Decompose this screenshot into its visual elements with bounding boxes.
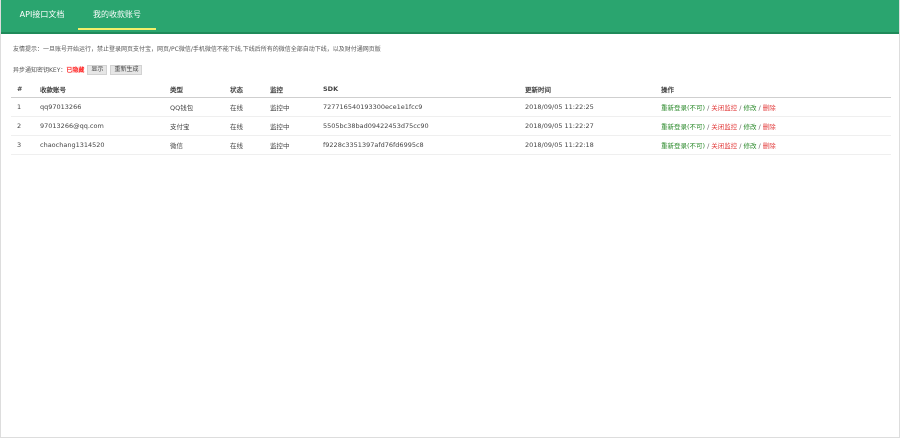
row-index: 1 [11, 97, 34, 117]
row-status: 在线 [224, 135, 264, 155]
delete-link[interactable]: 删除 [763, 123, 776, 131]
row-monitor: 监控中 [264, 135, 317, 155]
row-type: 微信 [164, 135, 224, 155]
notice-text: 友情提示：一旦账号开始运行，禁止登录网页支付宝，网页/PC微信/手机微信不能下线… [13, 46, 381, 53]
close-monitor-link[interactable]: 关闭监控 [711, 142, 737, 150]
row-actions: 重新登录(不可) / 关闭监控 / 修改 / 删除 [655, 135, 891, 155]
row-account: 97013266@qq.com [34, 116, 164, 136]
table-header-row: # 收款账号 类型 状态 监控 SDK 更新时间 操作 [11, 80, 891, 98]
relogin-link[interactable]: 重新登录(不可) [661, 142, 705, 150]
edit-link[interactable]: 修改 [743, 104, 756, 112]
row-sdk: 727716540193300ece1e1fcc9 [317, 97, 519, 117]
row-status: 在线 [224, 97, 264, 117]
row-index: 3 [11, 135, 34, 155]
separator: / [707, 104, 710, 112]
row-sdk: f9228c3351397afd76fd6995c8 [317, 135, 519, 155]
edit-link[interactable]: 修改 [743, 142, 756, 150]
edit-link[interactable]: 修改 [743, 123, 756, 131]
header-account: 收款账号 [34, 80, 164, 98]
row-updated: 2018/09/05 11:22:18 [519, 135, 655, 155]
header-monitor: 监控 [264, 80, 317, 98]
row-monitor: 监控中 [264, 97, 317, 117]
relogin-link[interactable]: 重新登录(不可) [661, 104, 705, 112]
row-account: qq97013266 [34, 97, 164, 117]
key-label: 异步通知密钥KEY： [13, 67, 67, 74]
separator: / [758, 104, 761, 112]
header-status: 状态 [224, 80, 264, 98]
row-updated: 2018/09/05 11:22:27 [519, 116, 655, 136]
row-type: 支付宝 [164, 116, 224, 136]
delete-link[interactable]: 删除 [763, 104, 776, 112]
separator: / [739, 142, 742, 150]
top-nav-bar: API接口文档 我的收款账号 [1, 0, 899, 34]
row-status: 在线 [224, 116, 264, 136]
row-type: QQ钱包 [164, 97, 224, 117]
key-row: 异步通知密钥KEY： 已隐藏 显示 重新生成 [13, 64, 145, 75]
row-updated: 2018/09/05 11:22:25 [519, 97, 655, 117]
row-actions: 重新登录(不可) / 关闭监控 / 修改 / 删除 [655, 97, 891, 117]
header-type: 类型 [164, 80, 224, 98]
table-row: 1 qq97013266 QQ钱包 在线 监控中 727716540193300… [11, 97, 891, 117]
row-index: 2 [11, 116, 34, 136]
separator: / [739, 123, 742, 131]
header-index: # [11, 80, 34, 98]
separator: / [707, 123, 710, 131]
tab-my-accounts[interactable]: 我的收款账号 [78, 0, 156, 32]
header-updated: 更新时间 [519, 80, 655, 98]
regenerate-key-button[interactable]: 重新生成 [110, 64, 143, 75]
separator: / [758, 142, 761, 150]
delete-link[interactable]: 删除 [763, 142, 776, 150]
relogin-link[interactable]: 重新登录(不可) [661, 123, 705, 131]
separator: / [707, 142, 710, 150]
separator: / [758, 123, 761, 131]
separator: / [739, 104, 742, 112]
tab-api-docs[interactable]: API接口文档 [18, 0, 66, 32]
header-actions: 操作 [655, 80, 891, 98]
row-sdk: 5505bc38bad09422453d75cc90 [317, 116, 519, 136]
row-account: chaochang1314520 [34, 135, 164, 155]
key-value: 已隐藏 [66, 67, 85, 74]
header-sdk: SDK [317, 80, 519, 98]
row-actions: 重新登录(不可) / 关闭监控 / 修改 / 删除 [655, 116, 891, 136]
close-monitor-link[interactable]: 关闭监控 [711, 123, 737, 131]
close-monitor-link[interactable]: 关闭监控 [711, 104, 737, 112]
table-row: 2 97013266@qq.com 支付宝 在线 监控中 5505bc38bad… [11, 116, 891, 136]
show-key-button[interactable]: 显示 [87, 64, 108, 75]
accounts-table: # 收款账号 类型 状态 监控 SDK 更新时间 操作 1 qq97013266… [11, 80, 891, 155]
table-row: 3 chaochang1314520 微信 在线 监控中 f9228c33513… [11, 135, 891, 155]
page-frame: API接口文档 我的收款账号 友情提示：一旦账号开始运行，禁止登录网页支付宝，网… [0, 0, 900, 438]
row-monitor: 监控中 [264, 116, 317, 136]
